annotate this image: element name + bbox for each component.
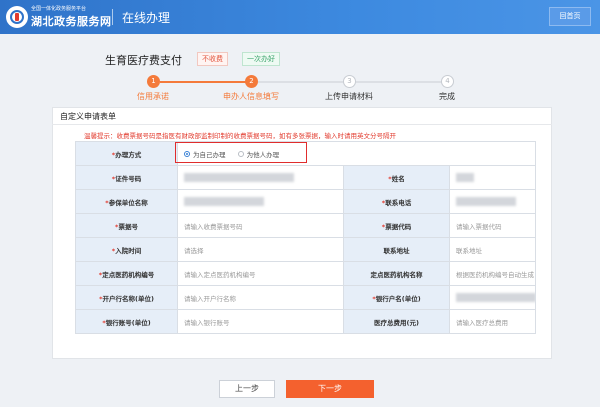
redacted-value <box>184 197 264 206</box>
field-input[interactable] <box>449 285 536 310</box>
field-input[interactable]: 请输入收费票据号码 <box>177 213 344 238</box>
form-rows: *证件号码 *姓名 *参保单位名称 *联系电话 *票据号 请输入收费票据号码 *票据代码 请输… <box>75 165 536 334</box>
field-label: *证件号码 <box>75 165 178 190</box>
site-name[interactable]: 湖北政务服务网 <box>31 13 112 29</box>
field-input[interactable]: 请输入开户行名称 <box>177 285 344 310</box>
field-label: 医疗总费用(元) <box>343 309 450 334</box>
fee-tag: 不收费 <box>197 52 228 66</box>
highlight-box <box>175 142 307 163</box>
field-input[interactable]: 请输入银行账号 <box>177 309 344 334</box>
site-subtitle: 全国一体化政务服务平台 <box>31 6 87 12</box>
apply-method-label: *办理方式 <box>75 141 178 166</box>
application-form-table: *办理方式 为自己办理 为他人办理 *证件号码 *姓名 *参保单位名称 *联系电话 *票… <box>75 141 536 334</box>
form-row: *入院时间 请选择 联系地址 联系地址 <box>75 237 536 262</box>
field-label: *银行账号(单位) <box>75 309 178 334</box>
redacted-value <box>456 173 474 182</box>
field-label: *票据号 <box>75 213 178 238</box>
field-input[interactable]: 请输入票据代码 <box>449 213 536 238</box>
step-3-label: 上传申请材料 <box>325 92 373 101</box>
header-title: 在线办理 <box>122 11 171 25</box>
redacted-value <box>184 173 294 182</box>
field-input[interactable]: 根据医药机构编号自动生成 <box>449 261 536 286</box>
form-title: 自定义申请表单 <box>60 112 116 121</box>
next-step-button[interactable]: 下一步 <box>286 380 374 398</box>
step-connector <box>258 81 344 83</box>
field-label: *票据代码 <box>343 213 450 238</box>
prev-step-button[interactable]: 上一步 <box>219 380 275 398</box>
top-header: 全国一体化政务服务平台 湖北政务服务网 在线办理 回首页 <box>0 0 600 34</box>
form-row: *银行账号(单位) 请输入银行账号 医疗总费用(元) 请输入医疗总费用 <box>75 309 536 334</box>
step-3-circle: 3 <box>343 75 356 88</box>
field-label: *开户行名称(单位) <box>75 285 178 310</box>
warm-tip: 温馨提示：收费票据号码是指医有财政部监制印制的收费票据号码，如有多张票据，输入时… <box>84 132 396 140</box>
field-input[interactable]: 请输入医疗总费用 <box>449 309 536 334</box>
field-input[interactable] <box>177 165 344 190</box>
field-label: *银行户名(单位) <box>343 285 450 310</box>
form-title-divider <box>52 124 552 125</box>
field-label: *参保单位名称 <box>75 189 178 214</box>
step-connector <box>356 81 442 83</box>
form-row: *定点医药机构编号 请输入定点医药机构编号 定点医药机构名称 根据医药机构编号自动生成 <box>75 261 536 286</box>
redacted-value <box>456 293 535 302</box>
field-input[interactable]: 请输入定点医药机构编号 <box>177 261 344 286</box>
field-label: *入院时间 <box>75 237 178 262</box>
header-divider <box>112 9 113 25</box>
field-label: *联系电话 <box>343 189 450 214</box>
home-button[interactable]: 回首页 <box>549 7 591 26</box>
field-label: *定点医药机构编号 <box>75 261 178 286</box>
step-4-circle: 4 <box>441 75 454 88</box>
field-input[interactable]: 联系地址 <box>449 237 536 262</box>
step-1-label: 信用承诺 <box>137 92 169 101</box>
once-tag: 一次办好 <box>242 52 280 66</box>
site-logo-icon[interactable] <box>6 6 28 28</box>
redacted-value <box>456 197 516 206</box>
field-input[interactable] <box>177 189 344 214</box>
step-connector <box>160 81 246 83</box>
step-4-label: 完成 <box>439 92 455 101</box>
step-2-circle: 2 <box>245 75 258 88</box>
field-label: 联系地址 <box>343 237 450 262</box>
field-input[interactable] <box>449 165 536 190</box>
form-row: *参保单位名称 *联系电话 <box>75 189 536 214</box>
form-row: *证件号码 *姓名 <box>75 165 536 190</box>
field-label: *姓名 <box>343 165 450 190</box>
page-title: 生育医疗费支付 <box>105 54 182 67</box>
field-label: 定点医药机构名称 <box>343 261 450 286</box>
field-input[interactable]: 请选择 <box>177 237 344 262</box>
field-input[interactable] <box>449 189 536 214</box>
form-row: *票据号 请输入收费票据号码 *票据代码 请输入票据代码 <box>75 213 536 238</box>
form-row: *开户行名称(单位) 请输入开户行名称 *银行户名(单位) <box>75 285 536 310</box>
step-1-circle: 1 <box>147 75 160 88</box>
step-2-label: 申办人信息填写 <box>223 92 279 101</box>
